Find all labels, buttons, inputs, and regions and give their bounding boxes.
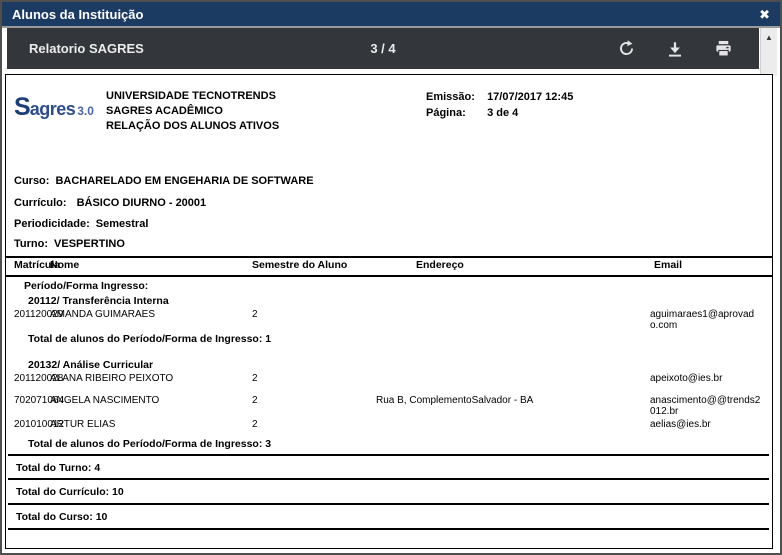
cell-email: anascimento@@trends2012.br	[650, 395, 762, 417]
emission-block: Emissão: 17/07/2017 12:45 Página: 3 de 4	[426, 89, 573, 121]
separator-line	[8, 478, 769, 480]
cell-nome: ANGELA NASCIMENTO	[50, 395, 246, 417]
cell-semestre: 2	[246, 309, 376, 331]
cell-semestre: 2	[246, 419, 376, 430]
logo-text: agres	[30, 99, 76, 119]
curso-value: BACHARELADO EM ENGEHARIA DE SOFTWARE	[55, 175, 313, 187]
turno-line: Turno: VESPERTINO	[14, 238, 125, 250]
sagres-logo: Sagres3.0	[14, 93, 94, 122]
cell-endereco	[376, 419, 650, 430]
system-name: SAGRES ACADÊMICO	[106, 104, 279, 119]
group-total: Total de alunos do Período/Forma de Ingr…	[28, 438, 271, 450]
cell-matricula: 201120028	[14, 373, 50, 384]
toolbar-actions	[617, 39, 733, 58]
report-header-block: UNIVERSIDADE TECNOTRENDS SAGRES ACADÊMIC…	[106, 89, 279, 134]
total-turno: Total do Turno: 4	[16, 462, 100, 474]
periodicidade-line: Periodicidade: Semestral	[14, 218, 148, 230]
close-icon[interactable]: ✖	[759, 8, 770, 21]
scrollbar-track[interactable]: ▲	[760, 28, 777, 76]
total-curriculo: Total do Currículo: 10	[16, 486, 124, 498]
curso-line: Curso: BACHARELADO EM ENGEHARIA DE SOFTWA…	[14, 175, 314, 187]
periodicidade-value: Semestral	[96, 218, 149, 230]
cell-email: aguimaraes1@aprovado.com	[650, 309, 762, 331]
modal-title: Alunos da Instituição	[12, 7, 143, 22]
separator-line	[8, 454, 769, 456]
cell-nome: AMANDA GUIMARAES	[50, 309, 246, 331]
logo-initial: S	[14, 93, 30, 121]
modal-titlebar: Alunos da Instituição ✖	[2, 2, 780, 26]
pdf-toolbar: Relatorio SAGRES 3 / 4	[7, 28, 759, 69]
cell-matricula: 201120029	[14, 309, 50, 331]
cell-endereco: Rua B, ComplementoSalvador - BA	[376, 395, 650, 417]
curriculo-value: BÁSICO DIURNO - 20001	[77, 197, 207, 209]
table-row: 201120029 AMANDA GUIMARAES 2 aguimaraes1…	[6, 309, 772, 331]
print-icon[interactable]	[714, 39, 733, 58]
group-total: Total de alunos do Período/Forma de Ingr…	[28, 333, 271, 345]
turno-label: Turno:	[14, 238, 48, 250]
report-page: Sagres3.0 UNIVERSIDADE TECNOTRENDS SAGRE…	[5, 74, 773, 549]
table-row: 702071064 ANGELA NASCIMENTO 2 Rua B, Com…	[6, 395, 772, 417]
logo-version: 3.0	[77, 104, 94, 118]
report-title: RELAÇÃO DOS ALUNOS ATIVOS	[106, 119, 279, 134]
cell-nome: ARTUR ELIAS	[50, 419, 246, 430]
separator-line	[8, 503, 769, 505]
page-value: 3 de 4	[487, 107, 518, 119]
periodicidade-label: Periodicidade:	[14, 218, 90, 230]
emission-value: 17/07/2017 12:45	[487, 91, 573, 103]
cell-matricula: 201010012	[14, 419, 50, 430]
group-name: 20112/ Transferência Interna	[28, 295, 169, 307]
cell-email: aelias@ies.br	[650, 419, 762, 430]
separator-line	[8, 528, 769, 530]
col-nome: Nome	[50, 260, 246, 275]
cell-nome: ALANA RIBEIRO PEIXOTO	[50, 373, 246, 384]
download-icon[interactable]	[666, 40, 684, 58]
institution-name: UNIVERSIDADE TECNOTRENDS	[106, 89, 279, 104]
cell-endereco	[376, 373, 650, 384]
cell-email: apeixoto@ies.br	[650, 373, 762, 384]
emission-label: Emissão:	[426, 89, 484, 105]
col-semestre: Semestre do Aluno	[246, 260, 376, 275]
curso-label: Curso:	[14, 175, 49, 187]
table-row: 201010012 ARTUR ELIAS 2 aelias@ies.br	[6, 419, 772, 430]
table-row: 201120028 ALANA RIBEIRO PEIXOTO 2 apeixo…	[6, 373, 772, 384]
total-curso: Total do Curso: 10	[16, 511, 107, 523]
cell-matricula: 702071064	[14, 395, 50, 417]
group-intro: Período/Forma Ingresso:	[24, 280, 148, 292]
cell-semestre: 2	[246, 373, 376, 384]
cell-endereco	[376, 309, 650, 331]
turno-value: VESPERTINO	[54, 238, 125, 250]
curriculo-label: Currículo:	[14, 197, 67, 209]
page-label: Página:	[426, 105, 484, 121]
rotate-icon[interactable]	[617, 39, 636, 58]
modal-window: Alunos da Instituição ✖ Relatorio SAGRES…	[0, 0, 782, 555]
table-header-row: Matrícula Nome Semestre do Aluno Endereç…	[6, 256, 772, 277]
scrollbar-up-arrow[interactable]: ▲	[761, 33, 777, 42]
col-matricula: Matrícula	[14, 260, 50, 275]
col-email: Email	[650, 260, 762, 275]
curriculo-line: Currículo: BÁSICO DIURNO - 20001	[14, 197, 206, 209]
group-name: 20132/ Análise Curricular	[28, 359, 153, 371]
cell-semestre: 2	[246, 395, 376, 417]
col-endereco: Endereço	[376, 260, 650, 275]
